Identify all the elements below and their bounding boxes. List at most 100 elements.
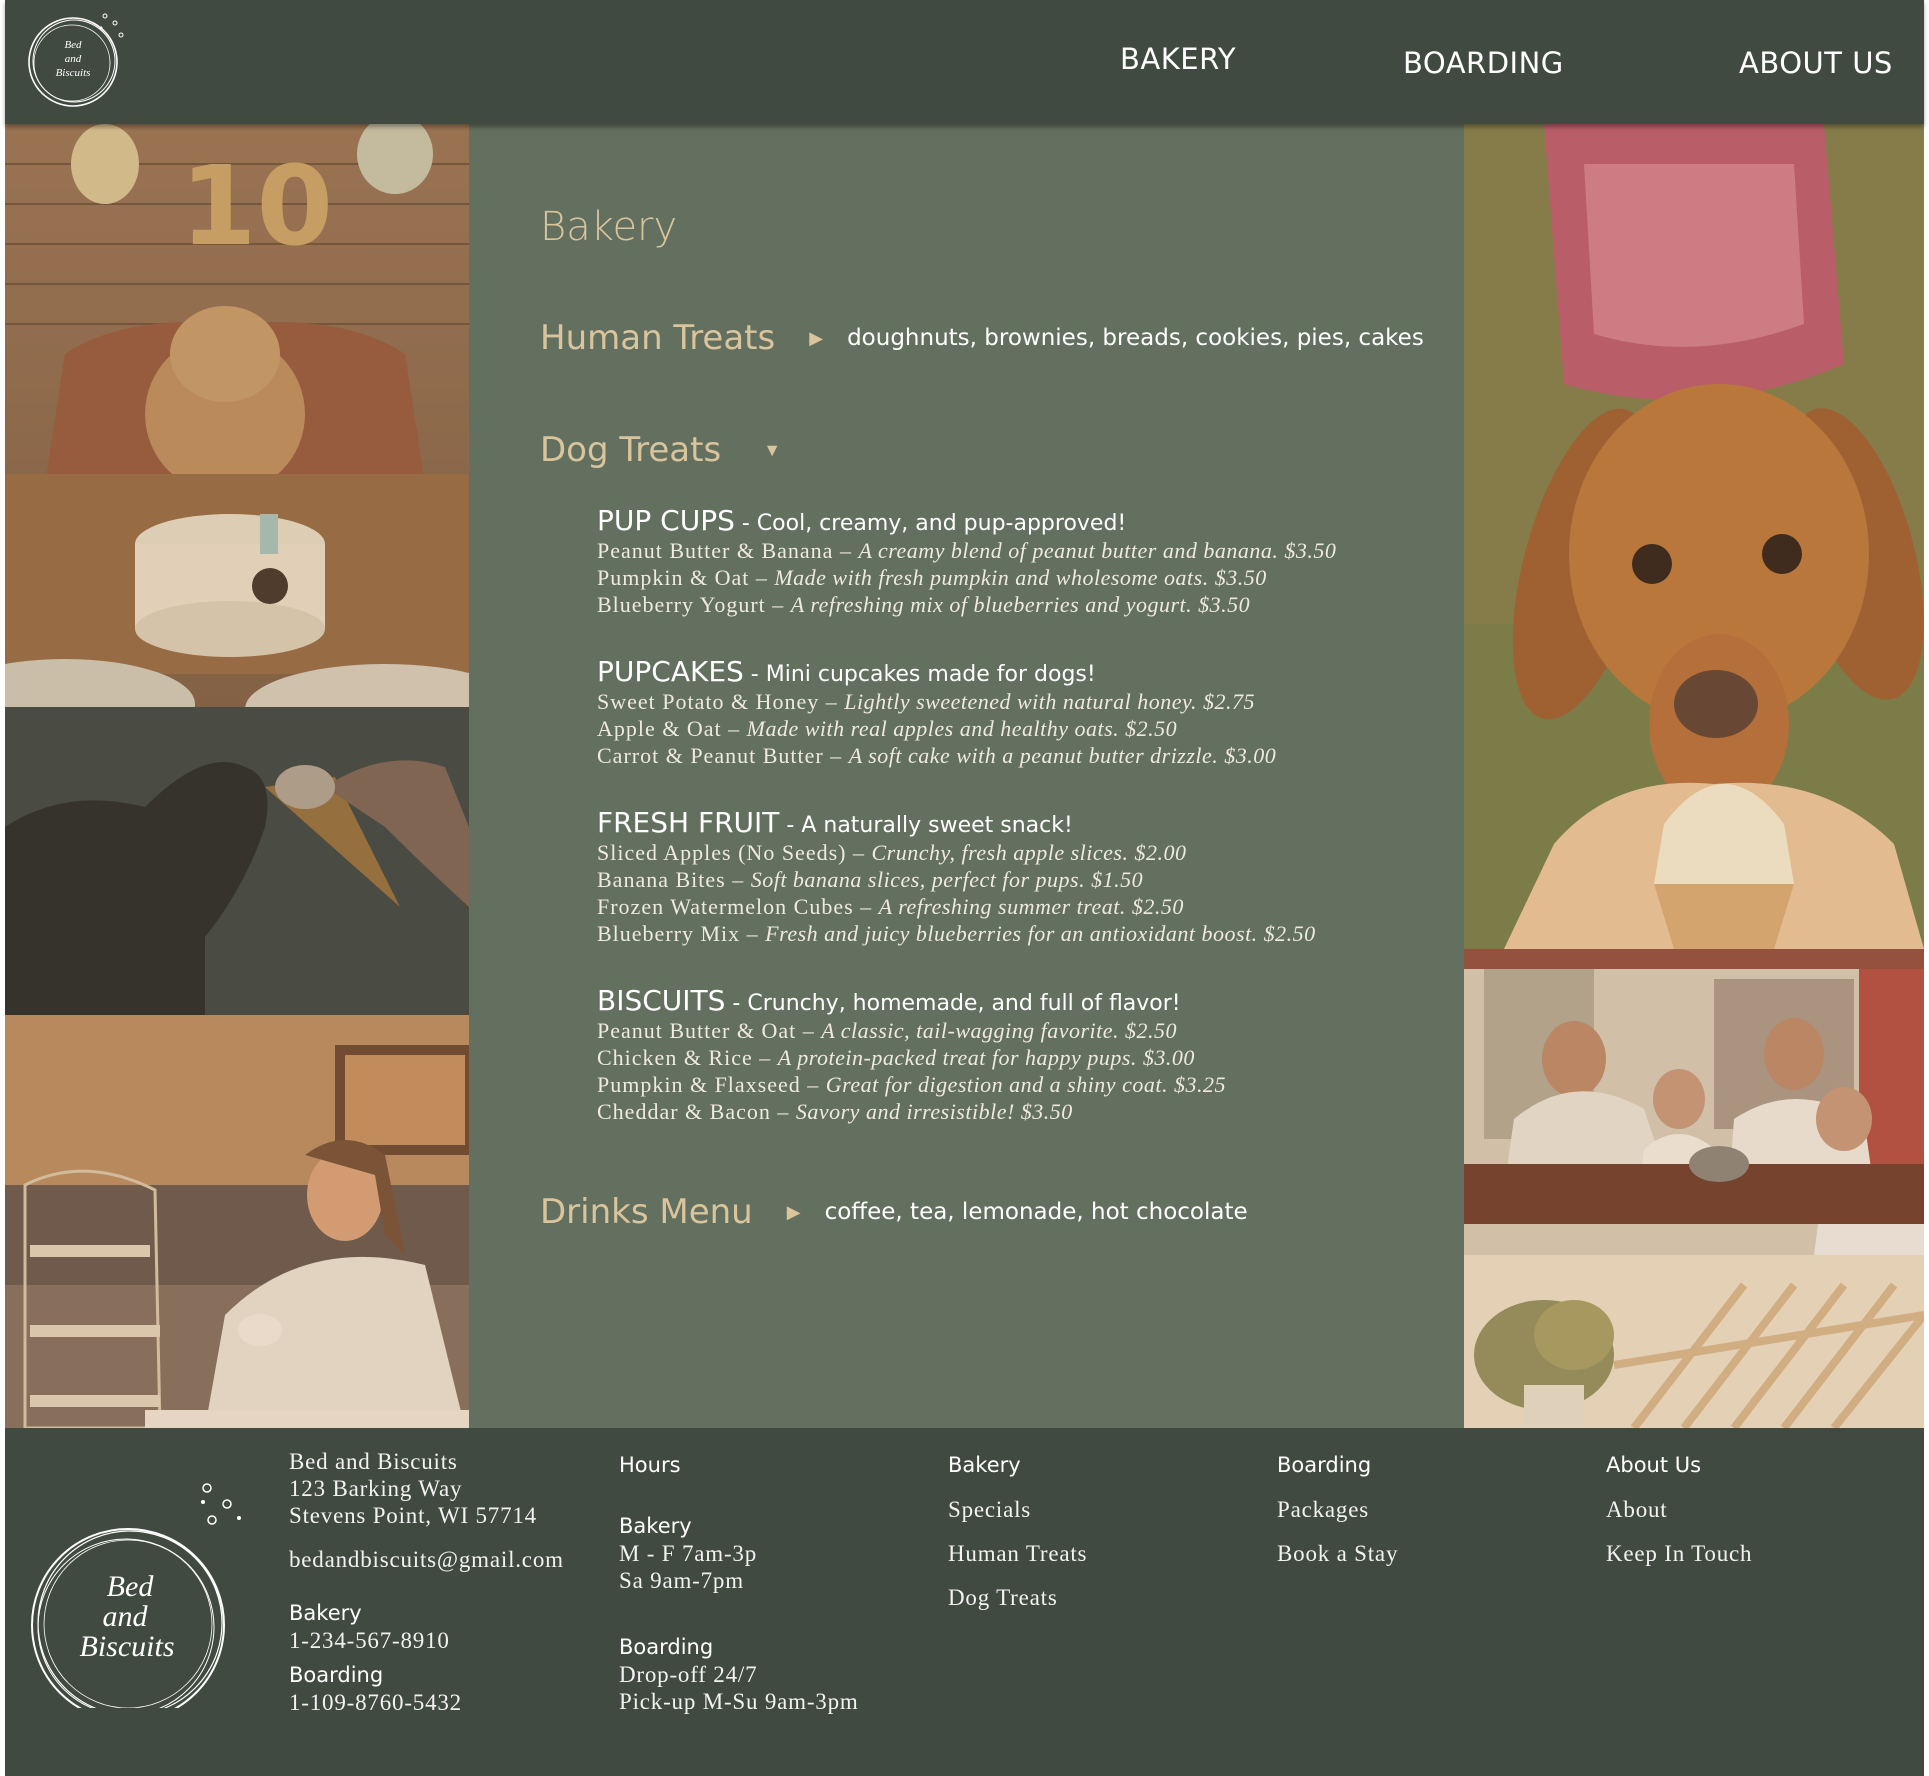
section-tagline: - Crunchy, homemade, and full of flavor! (725, 991, 1181, 1016)
menu-item: Carrot & Peanut Butter – A soft cake wit… (597, 742, 1457, 769)
section-tagline: - A naturally sweet snack! (779, 813, 1073, 838)
item-description: A protein-packed treat for happy pups. $… (777, 1045, 1195, 1070)
phone-boarding[interactable]: 1-109-8760-5432 (289, 1689, 564, 1716)
hours-line: Pick-up M-Su 9am-3pm (619, 1689, 859, 1714)
item-description: Savory and irresistible! $3.50 (795, 1099, 1073, 1124)
hours-line: Drop-off 24/7 (619, 1662, 758, 1687)
menu-item: Cheddar & Bacon – Savory and irresistibl… (597, 1098, 1457, 1125)
menu-item: Sliced Apples (No Seeds) – Crunchy, fres… (597, 839, 1457, 866)
menu-item: Pumpkin & Oat – Made with fresh pumpkin … (597, 564, 1457, 591)
section-name: PUPCAKES (597, 655, 744, 688)
item-name: Peanut Butter & Oat – (597, 1018, 822, 1043)
bakery-menu-panel: Bakery Human Treats ▶ doughnuts, brownie… (469, 124, 1464, 1428)
photo-family-dog-treats (1464, 949, 1924, 1255)
menu-item: Apple & Oat – Made with real apples and … (597, 715, 1457, 742)
item-name: Peanut Butter & Banana – (597, 538, 859, 563)
photo-dog-ice-cream (5, 707, 469, 1015)
footer-bakery-links: Bakery Specials Human Treats Dog Treats (948, 1452, 1087, 1611)
item-description: A refreshing summer treat. $2.50 (878, 894, 1184, 919)
phone-label-boarding: Boarding (289, 1663, 384, 1687)
email-link[interactable]: bedandbiscuits@gmail.com (289, 1546, 564, 1573)
section-name: BISCUITS (597, 984, 726, 1017)
footer-link-keep-in-touch[interactable]: Keep In Touch (1606, 1540, 1752, 1567)
nav-bakery[interactable]: BAKERY (1120, 42, 1236, 76)
item-name: Carrot & Peanut Butter – (597, 743, 849, 768)
hours-bakery-label: Bakery (619, 1514, 692, 1538)
photo-woman-tea (5, 1015, 469, 1428)
item-description: Fresh and juicy blueberries for an antio… (765, 921, 1316, 946)
brand-logo[interactable]: Bed and Biscuits (21, 10, 131, 115)
photo-patio-pergola (1464, 1255, 1924, 1428)
brand-logo[interactable]: Bed and Biscuits (25, 1468, 245, 1708)
item-description: A soft cake with a peanut butter drizzle… (848, 743, 1277, 768)
item-description: A classic, tail-wagging favorite. $2.50 (821, 1018, 1178, 1043)
hours-line: M - F 7am-3p (619, 1541, 758, 1566)
menu-item: Blueberry Mix – Fresh and juicy blueberr… (597, 920, 1457, 947)
item-name: Pumpkin & Flaxseed – (597, 1072, 826, 1097)
logo-word-3: Biscuits (56, 67, 91, 79)
address-line: Bed and Biscuits (289, 1449, 458, 1474)
footer-link-packages[interactable]: Packages (1277, 1496, 1398, 1523)
photo-dachshund-cupcake (1464, 124, 1924, 949)
footer-link-book-a-stay[interactable]: Book a Stay (1277, 1540, 1398, 1567)
section-tagline: - Mini cupcakes made for dogs! (743, 662, 1096, 687)
category-label: Dog Treats (540, 430, 722, 470)
menu-item: Pumpkin & Flaxseed – Great for digestion… (597, 1071, 1457, 1098)
logo-word-1: Bed (107, 1570, 155, 1603)
category-label: Human Treats (540, 318, 776, 358)
footer-boarding-title[interactable]: Boarding (1277, 1452, 1398, 1479)
category-summary: doughnuts, brownies, breads, cookies, pi… (847, 325, 1424, 351)
footer-link-about[interactable]: About (1606, 1496, 1752, 1523)
menu-item: Peanut Butter & Banana – A creamy blend … (597, 537, 1457, 564)
item-description: Soft banana slices, perfect for pups. $1… (750, 867, 1144, 892)
logo-word-3: Biscuits (80, 1630, 175, 1663)
section-name: PUP CUPS (597, 504, 735, 537)
item-name: Chicken & Rice – (597, 1045, 778, 1070)
page-title: Bakery (540, 204, 678, 250)
footer-hours: Hours Bakery M - F 7am-3p Sa 9am-7pm Boa… (619, 1452, 859, 1715)
menu-item: Blueberry Yogurt – A refreshing mix of b… (597, 591, 1457, 618)
footer-link-specials[interactable]: Specials (948, 1496, 1087, 1523)
item-description: A refreshing mix of blueberries and yogu… (790, 592, 1251, 617)
menu-section-pupcakes: PUPCAKES - Mini cupcakes made for dogs! … (597, 655, 1457, 769)
logo-word-2: and (65, 53, 82, 65)
item-description: Made with real apples and healthy oats. … (746, 716, 1178, 741)
menu-item: Sweet Potato & Honey – Lightly sweetened… (597, 688, 1457, 715)
phone-bakery[interactable]: 1-234-567-8910 (289, 1627, 564, 1654)
footer-link-human-treats[interactable]: Human Treats (948, 1540, 1087, 1567)
menu-section-pup-cups: PUP CUPS - Cool, creamy, and pup-approve… (597, 504, 1457, 618)
footer-about-links: About Us About Keep In Touch (1606, 1452, 1752, 1567)
item-name: Blueberry Yogurt – (597, 592, 791, 617)
category-label: Drinks Menu (540, 1192, 753, 1232)
nav-about-us[interactable]: ABOUT US (1739, 46, 1893, 80)
footer-bakery-title[interactable]: Bakery (948, 1452, 1087, 1479)
category-drinks-menu[interactable]: Drinks Menu ▶ coffee, tea, lemonade, hot… (540, 1192, 1248, 1232)
item-name: Pumpkin & Oat – (597, 565, 775, 590)
footer-link-dog-treats[interactable]: Dog Treats (948, 1584, 1087, 1611)
address-line: Stevens Point, WI 57714 (289, 1503, 537, 1528)
menu-item: Frozen Watermelon Cubes – A refreshing s… (597, 893, 1457, 920)
caret-right-icon[interactable]: ▶ (787, 1202, 801, 1223)
item-name: Frozen Watermelon Cubes – (597, 894, 879, 919)
category-dog-treats[interactable]: Dog Treats ▼ (540, 430, 781, 470)
hours-boarding-label: Boarding (619, 1635, 714, 1659)
site-footer: Bed and Biscuits Bed and Biscuits 123 Ba… (5, 1428, 1924, 1776)
hours-title: Hours (619, 1453, 681, 1477)
nav-boarding[interactable]: BOARDING (1403, 46, 1564, 80)
item-description: Great for digestion and a shiny coat. $3… (825, 1072, 1226, 1097)
item-name: Cheddar & Bacon – (597, 1099, 796, 1124)
caret-right-icon[interactable]: ▶ (809, 328, 823, 349)
item-description: A creamy blend of peanut butter and bana… (858, 538, 1337, 563)
item-name: Sweet Potato & Honey – (597, 689, 845, 714)
item-name: Apple & Oat – (597, 716, 747, 741)
logo-word-1: Bed (64, 39, 82, 51)
item-name: Sliced Apples (No Seeds) – (597, 840, 872, 865)
caret-down-icon[interactable]: ▼ (763, 440, 781, 461)
menu-item: Peanut Butter & Oat – A classic, tail-wa… (597, 1017, 1457, 1044)
category-human-treats[interactable]: Human Treats ▶ doughnuts, brownies, brea… (540, 318, 1424, 358)
phone-label-bakery: Bakery (289, 1601, 362, 1625)
footer-about-title[interactable]: About Us (1606, 1452, 1752, 1479)
item-name: Blueberry Mix – (597, 921, 766, 946)
item-description: Made with fresh pumpkin and wholesome oa… (774, 565, 1267, 590)
footer-contact: Bed and Biscuits 123 Barking Way Stevens… (289, 1448, 564, 1716)
